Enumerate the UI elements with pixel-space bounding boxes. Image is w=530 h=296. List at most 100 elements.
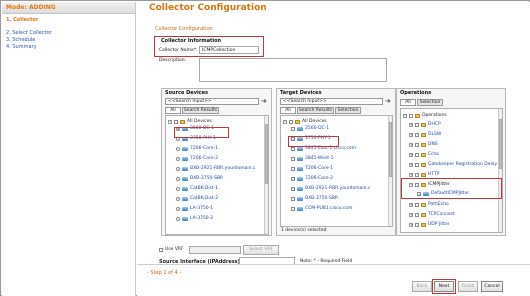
operation-item[interactable]: + UDP Jitter — [409, 221, 450, 228]
source-radio[interactable] — [176, 146, 180, 151]
operation-checkbox[interactable] — [415, 152, 419, 157]
back-button[interactable]: Back — [412, 281, 432, 292]
target-item[interactable]: 3845-West-1 — [291, 155, 333, 162]
operation-checkbox[interactable] — [415, 162, 419, 167]
expand-icon[interactable]: + — [409, 122, 413, 127]
source-radio[interactable] — [176, 176, 180, 181]
target-item[interactable]: 3560-DC-1 — [291, 125, 329, 132]
expand-icon[interactable]: + — [409, 212, 413, 217]
select-vrf-button[interactable]: Select VRF — [243, 245, 279, 255]
operation-item[interactable]: + Gatekeeper Registration Delay — [409, 161, 497, 168]
source-search-arrow-icon[interactable]: ➜ — [261, 97, 267, 105]
expand-icon[interactable]: + — [409, 132, 413, 137]
step-summary[interactable]: 4. Summary — [6, 44, 37, 51]
operation-checkbox[interactable] — [415, 222, 419, 227]
target-root[interactable]: − All Devices — [283, 118, 327, 125]
target-item[interactable]: BXB-3750-SBR — [291, 195, 338, 202]
source-item[interactable]: BXB-3750-SBR — [176, 175, 223, 182]
operations-root[interactable]: − Operations — [403, 112, 447, 119]
target-checkbox[interactable] — [291, 206, 295, 211]
target-tab-all[interactable]: All — [280, 107, 296, 114]
source-radio[interactable] — [176, 186, 180, 191]
target-checkbox[interactable] — [291, 146, 295, 151]
step-schedule[interactable]: 3. Schedule — [6, 37, 35, 44]
source-item[interactable]: LA-3750-2 — [176, 215, 213, 222]
collapse-icon[interactable]: − — [283, 119, 287, 124]
target-item[interactable]: CCM-PUB1.cisco.com — [291, 205, 352, 212]
target-tab-selection[interactable]: Selection — [335, 107, 361, 114]
operation-item[interactable]: + Echo — [409, 151, 439, 158]
operation-item[interactable]: + DLSW — [409, 131, 441, 138]
target-checkbox[interactable] — [291, 186, 295, 191]
source-radio[interactable] — [176, 206, 180, 211]
source-radio[interactable] — [176, 196, 180, 201]
source-item[interactable]: LA-3750-1 — [176, 205, 213, 212]
collapse-icon[interactable]: − — [403, 113, 407, 118]
operations-root-checkbox[interactable] — [409, 113, 413, 118]
expand-icon[interactable]: + — [409, 202, 413, 207]
operation-item[interactable]: + DHCP — [409, 121, 441, 128]
source-item[interactable]: BXB-2921-RBR.yourdomain.c — [176, 165, 255, 172]
operations-scrollbar[interactable] — [498, 109, 502, 232]
step-select-collector[interactable]: 2. Select Collector — [6, 30, 52, 37]
source-tab-all[interactable]: All — [165, 107, 181, 114]
target-item[interactable]: 7206-Core-1 — [291, 165, 333, 172]
target-root-checkbox[interactable] — [289, 119, 293, 124]
target-scrollbar[interactable] — [388, 116, 392, 226]
scroll-thumb[interactable] — [265, 124, 268, 184]
operation-checkbox[interactable] — [415, 132, 419, 137]
operations-list: − Operations + DHCP + DLSW + DNS + Echo + Gate… — [400, 108, 503, 233]
target-item[interactable]: BXB-2921-RBR.yourdomain.c — [291, 185, 370, 192]
operation-checkbox[interactable] — [415, 122, 419, 127]
source-radio[interactable] — [176, 166, 180, 171]
source-tab-search-results[interactable]: Search Results — [182, 107, 219, 114]
source-radio[interactable] — [176, 156, 180, 161]
operation-item[interactable]: + PathEcho — [409, 201, 449, 208]
collector-name-input[interactable]: ICMPCollection — [199, 46, 259, 54]
operation-checkbox[interactable] — [415, 212, 419, 217]
operation-checkbox[interactable] — [415, 202, 419, 207]
scroll-thumb[interactable] — [389, 122, 392, 177]
target-item[interactable]: 7206-Core-2 — [291, 175, 333, 182]
operation-checkbox[interactable] — [415, 172, 419, 177]
source-scrollbar[interactable] — [264, 116, 268, 234]
source-item[interactable]: 7206-Core-1 — [176, 145, 218, 152]
device-icon — [182, 166, 188, 171]
operation-item[interactable]: + HTTP — [409, 171, 440, 178]
step-collector[interactable]: 1. Collector — [6, 17, 38, 24]
source-radio[interactable] — [176, 216, 180, 221]
source-root-checkbox[interactable] — [174, 119, 178, 124]
target-checkbox[interactable] — [291, 166, 295, 171]
source-item[interactable]: CatBK-Dist-1 — [176, 185, 218, 192]
use-vrf-checkbox[interactable] — [159, 247, 163, 252]
mode-label: Mode: ADDING — [2, 2, 135, 14]
source-item[interactable]: 7206-Core-2 — [176, 155, 218, 162]
source-root[interactable]: − All Devices — [168, 118, 212, 125]
description-textarea[interactable] — [199, 58, 387, 82]
expand-icon[interactable]: + — [409, 222, 413, 227]
target-tab-search-results[interactable]: Search Results — [297, 107, 334, 114]
expand-icon[interactable]: + — [409, 172, 413, 177]
vrf-input[interactable] — [189, 246, 241, 254]
operation-item[interactable]: + TCPConnect — [409, 211, 455, 218]
operation-item[interactable]: + DNS — [409, 141, 438, 148]
finish-button[interactable]: Finish — [458, 281, 478, 292]
source-search-input[interactable]: <<Search Input>> — [165, 98, 259, 105]
operation-checkbox[interactable] — [415, 142, 419, 147]
expand-icon[interactable]: + — [409, 162, 413, 167]
collapse-icon[interactable]: − — [168, 119, 172, 124]
operations-tab-selection[interactable]: Selection — [417, 99, 443, 106]
target-checkbox[interactable] — [291, 196, 295, 201]
cancel-button[interactable]: Cancel — [481, 281, 503, 292]
target-checkbox[interactable] — [291, 176, 295, 181]
target-checkbox[interactable] — [291, 156, 295, 161]
operations-tab-all[interactable]: All — [400, 99, 416, 106]
scroll-thumb[interactable] — [499, 119, 502, 169]
source-item[interactable]: CatBK-Dist-2 — [176, 195, 218, 202]
operations-title: Operations — [400, 90, 432, 96]
expand-icon[interactable]: + — [409, 152, 413, 157]
target-search-input[interactable]: <<Search Input>> — [280, 98, 383, 105]
target-search-arrow-icon[interactable]: ➜ — [385, 97, 391, 105]
target-checkbox[interactable] — [291, 126, 295, 131]
expand-icon[interactable]: + — [409, 142, 413, 147]
